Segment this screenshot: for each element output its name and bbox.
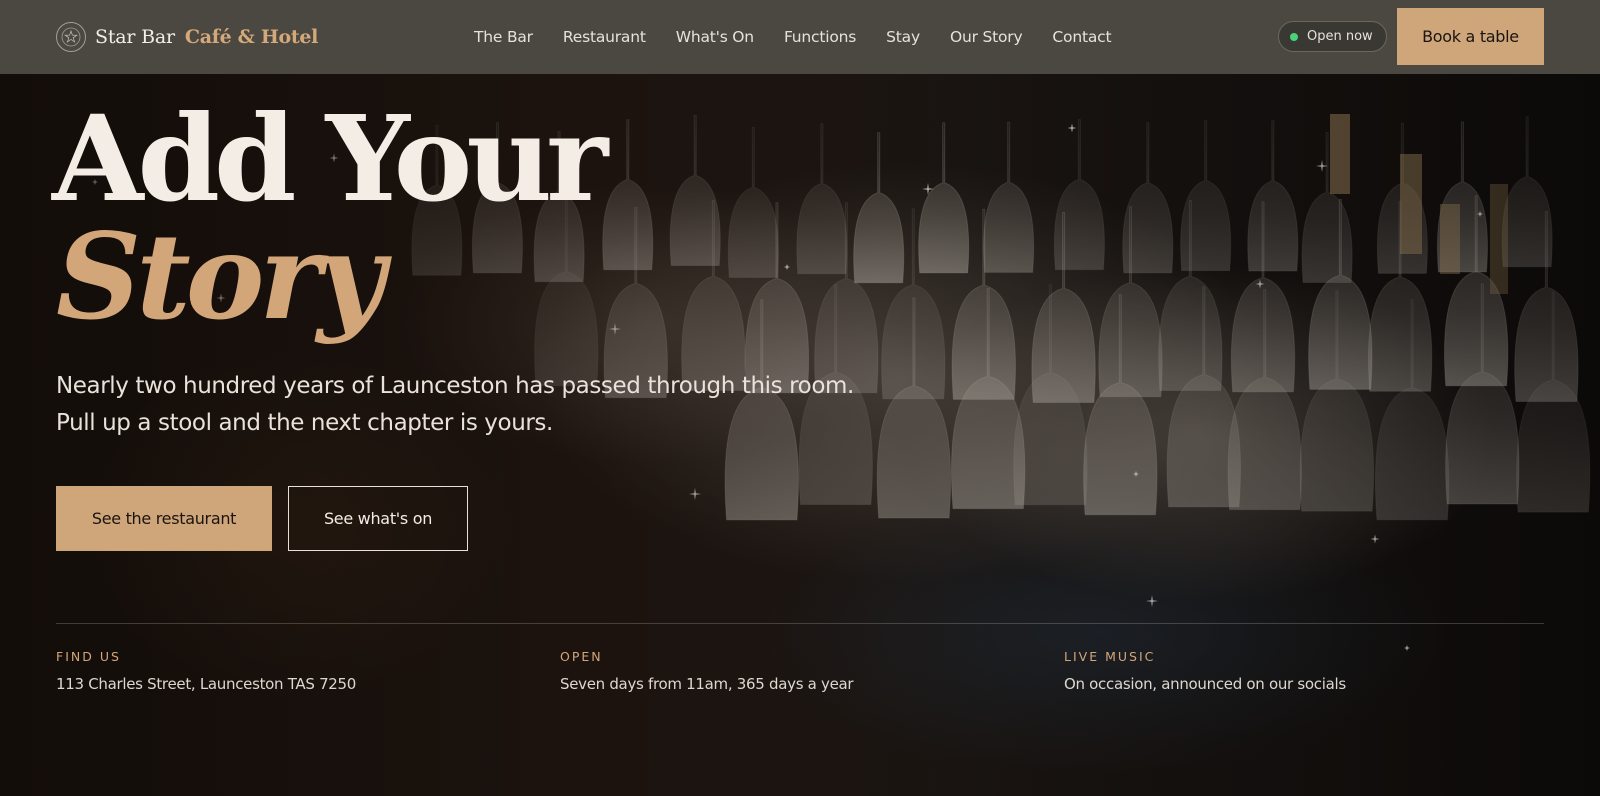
nav-item-functions[interactable]: Functions bbox=[784, 28, 856, 46]
brand-subtitle: Café & Hotel bbox=[184, 26, 319, 48]
nav-item-restaurant[interactable]: Restaurant bbox=[563, 28, 646, 46]
info-value: 113 Charles Street, Launceston TAS 7250 bbox=[56, 675, 357, 693]
status-dot-icon bbox=[1290, 32, 1298, 41]
nav-item-stay[interactable]: Stay bbox=[886, 28, 920, 46]
info-open: OPEN Seven days from 11am, 365 days a ye… bbox=[560, 649, 854, 693]
open-status-label: Open now bbox=[1307, 29, 1373, 44]
logo[interactable]: Star Bar Café & Hotel bbox=[56, 22, 318, 52]
nav-item-contact[interactable]: Contact bbox=[1052, 28, 1111, 46]
main-nav: The Bar Restaurant What's On Functions S… bbox=[474, 0, 1141, 74]
star-bar-logo-icon bbox=[56, 22, 86, 52]
book-table-button[interactable]: Book a table bbox=[1397, 8, 1544, 65]
info-divider bbox=[56, 623, 1544, 624]
brand-name: Star Bar bbox=[95, 26, 175, 48]
see-restaurant-button[interactable]: See the restaurant bbox=[56, 486, 272, 551]
hero-headline-line1: Add Your bbox=[52, 89, 608, 228]
site-header: Star Bar Café & Hotel The Bar Restaurant… bbox=[0, 0, 1600, 74]
hero-intro-line2: Pull up a stool and the next chapter is … bbox=[56, 410, 553, 436]
nav-item-our-story[interactable]: Our Story bbox=[950, 28, 1023, 46]
info-value: On occasion, announced on our socials bbox=[1064, 675, 1346, 693]
info-live-music: LIVE MUSIC On occasion, announced on our… bbox=[1064, 649, 1346, 693]
hero-headline-line2: Story bbox=[56, 207, 385, 346]
hero-intro: Nearly two hundred years of Launceston h… bbox=[56, 368, 876, 442]
hero-intro-line1: Nearly two hundred years of Launceston h… bbox=[56, 373, 854, 399]
nav-item-the-bar[interactable]: The Bar bbox=[474, 28, 533, 46]
see-whats-on-button[interactable]: See what's on bbox=[288, 486, 468, 551]
info-label: FIND US bbox=[56, 649, 121, 664]
open-status-badge: Open now bbox=[1278, 21, 1387, 52]
info-find-us: FIND US 113 Charles Street, Launceston T… bbox=[56, 649, 356, 693]
nav-item-whats-on[interactable]: What's On bbox=[676, 28, 754, 46]
info-label: OPEN bbox=[560, 649, 603, 664]
info-label: LIVE MUSIC bbox=[1064, 649, 1156, 664]
info-value: Seven days from 11am, 365 days a year bbox=[560, 675, 854, 693]
